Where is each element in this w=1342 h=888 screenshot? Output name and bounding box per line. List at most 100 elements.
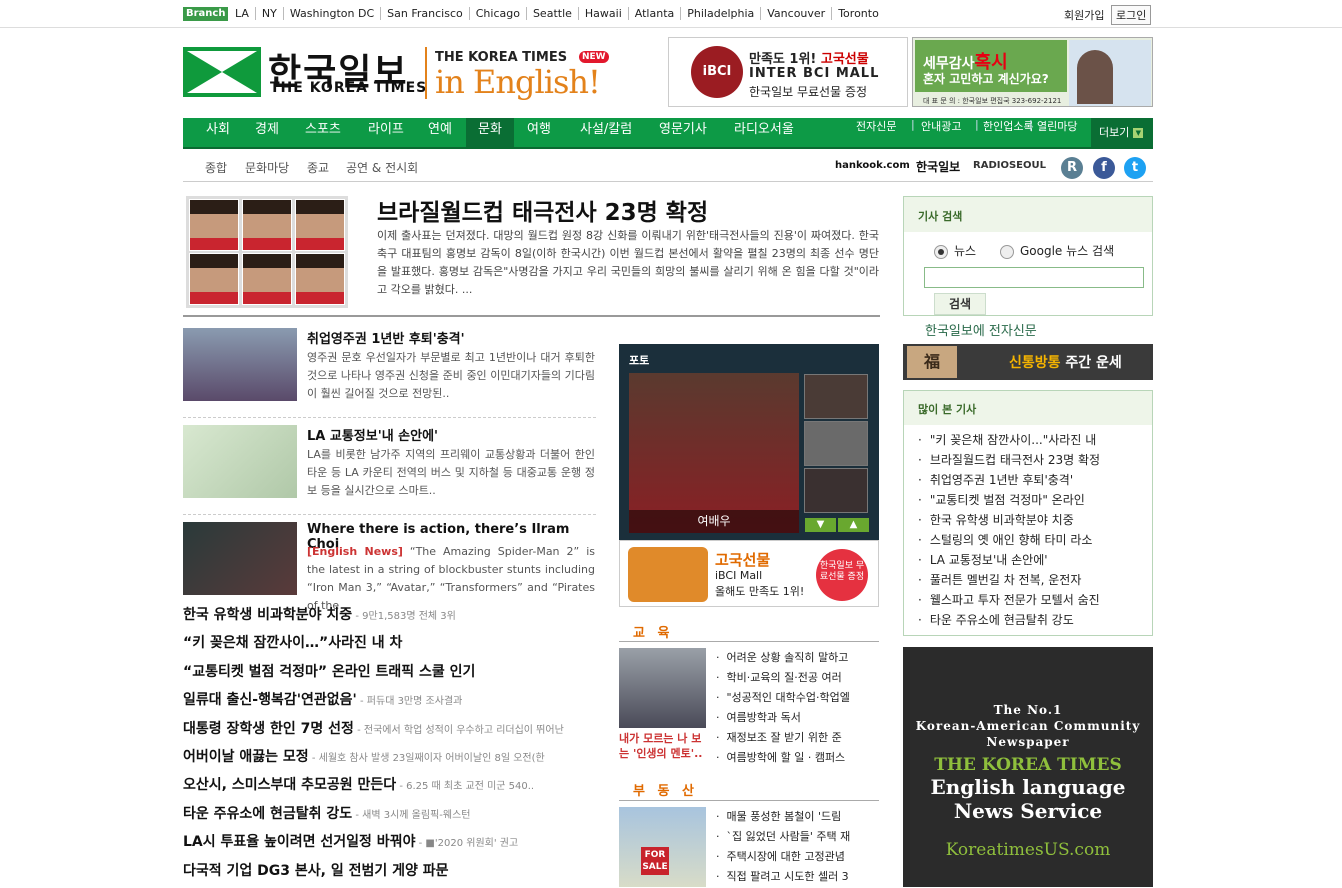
ibci-mall-ad-small[interactable]: 고국선물 iBCI Mall 올해도 만족도 1위! 한국일보 무료선물 증정 xyxy=(619,540,879,607)
city-link-la[interactable]: LA xyxy=(229,7,256,20)
nav-classified[interactable]: 안내광고 xyxy=(921,118,961,147)
chevron-up-icon[interactable]: ▲ xyxy=(838,518,869,532)
education-image[interactable] xyxy=(619,648,706,728)
top-story-photo[interactable] xyxy=(186,196,348,308)
city-link-atlanta[interactable]: Atlanta xyxy=(628,7,682,20)
radio-unchecked-icon xyxy=(1000,244,1014,259)
nav-forum[interactable]: 열린마당 xyxy=(1037,118,1077,147)
nav-item-culture[interactable]: 문화 xyxy=(466,118,514,147)
traffic-map-image[interactable] xyxy=(183,425,297,498)
realestate-item[interactable]: 주택시장에 대한 고정관념 xyxy=(716,847,881,867)
search-button[interactable]: 검색 xyxy=(934,293,986,315)
realestate-item[interactable]: 매물 풍성한 봄철이 '드림 xyxy=(716,807,881,827)
story-image[interactable] xyxy=(183,522,297,595)
headline-link[interactable]: “키 꽂은채 잠깐사이…”사라진 내 차 xyxy=(183,635,402,651)
korea-times-english-ad[interactable]: The No.1 Korean-American Community Newspap… xyxy=(903,647,1153,887)
headline-link[interactable]: 대통령 장학생 한인 7명 선정 xyxy=(183,721,354,737)
popular-item[interactable]: 브라질월드컵 태극전사 23명 확정 xyxy=(918,450,1152,470)
photo-caption[interactable]: 여배우 xyxy=(629,510,799,533)
subnav-item-culture[interactable]: 문화마당 xyxy=(245,159,289,176)
nav-directory[interactable]: 한인업소록 xyxy=(983,118,1034,147)
nav-item-english[interactable]: 영문기사 xyxy=(659,118,707,147)
ibci-mall-ad[interactable]: iBCI 만족도 1위! 고국선물 INTER BCI MALL 한국일보 무료… xyxy=(668,37,908,107)
headline-link[interactable]: 타운 주유소에 현금탈취 강도 xyxy=(183,806,352,822)
nav-item-society[interactable]: 사회 xyxy=(206,118,230,147)
photo-thumbnail[interactable] xyxy=(804,421,868,466)
subnav-item-exhibition[interactable]: 공연 & 전시회 xyxy=(346,159,418,176)
headline-link[interactable]: 어버이날 애끓는 모정 xyxy=(183,749,309,765)
city-link-sf[interactable]: San Francisco xyxy=(381,7,470,20)
city-link-vancouver[interactable]: Vancouver xyxy=(761,7,833,20)
photo-thumbnail[interactable] xyxy=(804,374,868,419)
city-link-hawaii[interactable]: Hawaii xyxy=(578,7,629,20)
headline-link[interactable]: “교통티켓 벌점 걱정마” 온라인 트래픽 스쿨 인기 xyxy=(183,664,475,680)
education-caption[interactable]: 내가 모르는 나 보는 '인생의 멘토'.. xyxy=(619,731,711,761)
site-logo[interactable]: 한국일보 THE KOREA TIMES xyxy=(183,47,443,99)
education-item[interactable]: 여름방학과 독서 xyxy=(716,708,881,728)
nav-item-entertainment[interactable]: 연예 xyxy=(428,118,452,147)
education-item[interactable]: 학비·교육의 질·전공 여러 xyxy=(716,668,881,688)
r-app-icon[interactable]: R xyxy=(1061,157,1083,179)
popular-item[interactable]: "교통티켓 벌점 걱정마" 온라인 xyxy=(918,490,1152,510)
education-item[interactable]: 재정보조 잘 받기 위한 준 xyxy=(716,728,881,748)
realestate-image[interactable]: FOR SALE xyxy=(619,807,706,887)
join-link[interactable]: 회원가입 xyxy=(1064,7,1104,23)
epaper-link[interactable]: 한국일보에 전자신문 xyxy=(925,320,1037,339)
story-title[interactable]: 취업영주권 1년반 후퇴'충격' xyxy=(307,328,465,347)
nav-item-travel[interactable]: 여행 xyxy=(527,118,551,147)
news-radio[interactable]: 뉴스 xyxy=(934,242,976,259)
nav-item-life[interactable]: 라이프 xyxy=(368,118,404,147)
popular-item[interactable]: 스털링의 옛 애인 향해 타미 라소 xyxy=(918,530,1152,550)
headline-link[interactable]: 일류대 출신-행복감'연관없음' xyxy=(183,692,357,708)
headline-link[interactable]: LA시 투표율 높이려면 선거일정 바꿔야 xyxy=(183,834,415,850)
chevron-down-icon[interactable]: ▼ xyxy=(805,518,836,532)
photo-thumbnail[interactable] xyxy=(804,468,868,513)
popular-item[interactable]: 웰스파고 투자 전문가 모텔서 숨진 xyxy=(918,590,1152,610)
in-english-logo[interactable]: THE KOREA TIMES in English! NEW xyxy=(425,47,615,99)
tax-audit-ad[interactable]: 세무감사혹시 혼자 고민하고 계신가요? 대 표 문 의 : 한국일보 편집국 … xyxy=(912,37,1153,107)
subnav-item-religion[interactable]: 종교 xyxy=(307,159,329,176)
popular-item[interactable]: 타운 주유소에 현금탈취 강도 xyxy=(918,610,1152,630)
education-title[interactable]: 교 육 xyxy=(633,622,673,641)
headline-link[interactable]: 다국적 기업 DG3 본사, 일 전범기 게양 파문 xyxy=(183,863,449,879)
education-item[interactable]: 여름방학에 할 일 · 캠퍼스 xyxy=(716,748,881,768)
city-link-ny[interactable]: NY xyxy=(255,7,284,20)
education-item[interactable]: "성공적인 대학수업·학업엘 xyxy=(716,688,881,708)
popular-item[interactable]: 취업영주권 1년반 후퇴'충격' xyxy=(918,470,1152,490)
twitter-icon[interactable]: t xyxy=(1124,157,1146,179)
city-link-chicago[interactable]: Chicago xyxy=(469,7,527,20)
city-link-seattle[interactable]: Seattle xyxy=(526,7,579,20)
nav-item-editorial[interactable]: 사설/칼럼 xyxy=(580,118,632,147)
google-news-radio[interactable]: Google 뉴스 검색 xyxy=(1000,242,1114,259)
nav-item-economy[interactable]: 경제 xyxy=(255,118,279,147)
hankook-link[interactable]: hankook.com xyxy=(835,160,910,171)
city-link-philadelphia[interactable]: Philadelphia xyxy=(681,7,762,20)
popular-item[interactable]: "키 꽂은채 잠깐사이..."사라진 내 xyxy=(918,430,1152,450)
more-button[interactable]: 더보기 ▼ xyxy=(1091,118,1153,147)
subnav-item-general[interactable]: 종합 xyxy=(205,159,227,176)
city-link-dc[interactable]: Washington DC xyxy=(283,7,382,20)
realestate-item[interactable]: `집 잃었던 사람들' 주택 재 xyxy=(716,827,881,847)
city-link-toronto[interactable]: Toronto xyxy=(832,7,885,20)
popular-item[interactable]: LA 교통정보'내 손안에' xyxy=(918,550,1152,570)
facebook-icon[interactable]: f xyxy=(1093,157,1115,179)
realestate-item[interactable]: 직접 팔려고 시도한 셀러 3 xyxy=(716,867,881,887)
top-story-title[interactable]: 브라질월드컵 태극전사 23명 확정 xyxy=(377,193,708,227)
photo-main-image[interactable] xyxy=(629,373,799,533)
education-item[interactable]: 어려운 상황 솔직히 말하고 xyxy=(716,648,881,668)
popular-item[interactable]: 한국 유학생 비과학분야 치중 xyxy=(918,510,1152,530)
nav-epaper[interactable]: 전자신문 xyxy=(856,118,896,147)
story-image[interactable] xyxy=(183,328,297,401)
story-title[interactable]: LA 교통정보'내 손안에' xyxy=(307,425,438,444)
login-button[interactable]: 로그인 xyxy=(1111,5,1152,25)
nav-item-radio[interactable]: 라디오서울 xyxy=(734,118,794,147)
realestate-title[interactable]: 부 동 산 xyxy=(633,780,698,799)
headline-link[interactable]: 한국 유학생 비과학분야 치중 xyxy=(183,607,352,623)
weekly-fortune-banner[interactable]: 福 신통방통 주간 운세 xyxy=(903,344,1153,380)
headline-link[interactable]: 오산시, 스미스부대 추모공원 만든다 xyxy=(183,777,396,793)
nav-item-sports[interactable]: 스포츠 xyxy=(305,118,341,147)
radioseoul-link[interactable]: RADIOSEOUL xyxy=(973,160,1046,171)
hankookilbo-link[interactable]: 한국일보 xyxy=(916,158,960,175)
search-input[interactable] xyxy=(924,267,1144,288)
popular-item[interactable]: 풀러튼 멜번길 차 전복, 운전자 xyxy=(918,570,1152,590)
